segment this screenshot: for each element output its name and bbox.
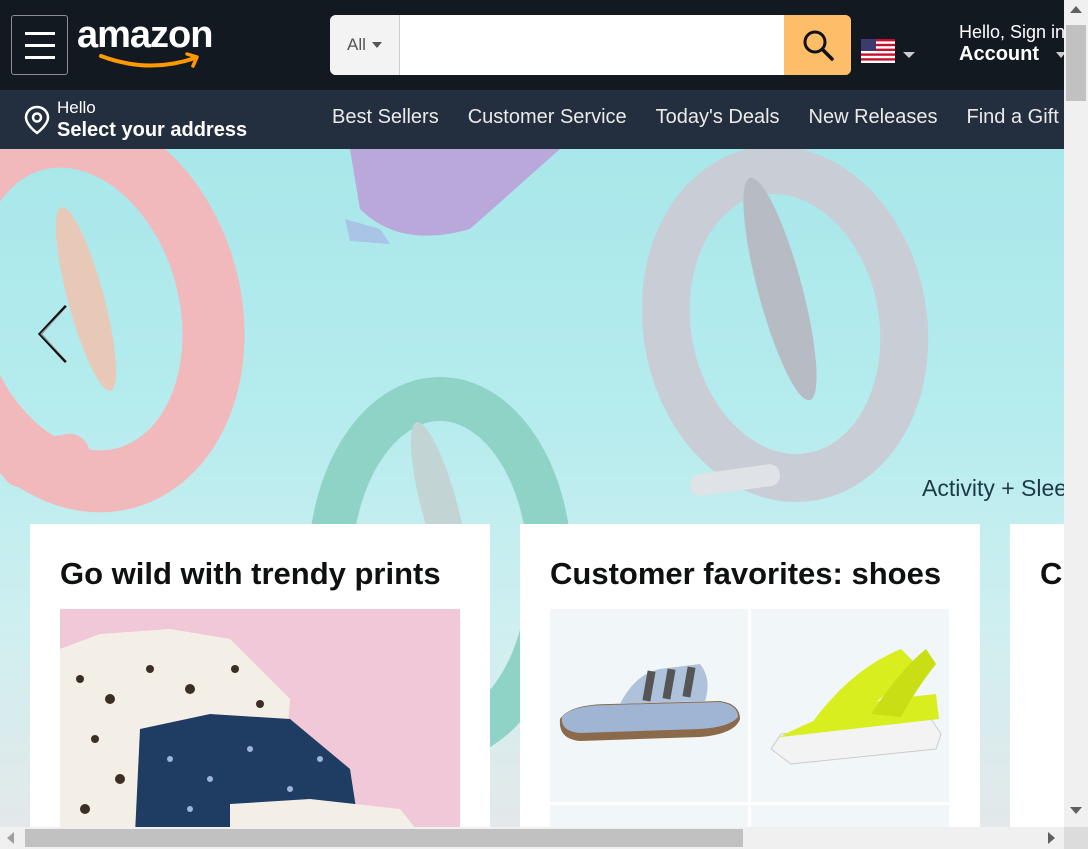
search-bar: All	[330, 15, 851, 75]
search-category-label: All	[347, 35, 366, 54]
chevron-down-icon	[371, 42, 382, 48]
search-input[interactable]	[400, 15, 784, 75]
card-title: Go wild with trendy prints	[60, 556, 441, 591]
card-title: Customer favorites: shoes	[550, 556, 942, 591]
promo-card-partial[interactable]: C	[1010, 524, 1064, 834]
scroll-up-arrow-icon[interactable]	[1070, 6, 1082, 13]
shoe-tile-sandal-blue[interactable]	[550, 609, 748, 802]
scrollbar-corner	[1064, 827, 1088, 849]
location-pin-icon	[24, 105, 50, 135]
promo-card-trendy-prints[interactable]: Go wild with trendy prints	[30, 524, 490, 834]
select-address-link[interactable]: Select your address	[57, 119, 247, 142]
search-category-select[interactable]: All	[330, 15, 400, 75]
card-title: C	[1040, 556, 1063, 591]
vertical-scrollbar[interactable]	[1064, 0, 1088, 827]
logo-text: amazon	[77, 14, 213, 56]
nav-links: Best Sellers Customer Service Today's De…	[332, 106, 1059, 129]
nav-link-customer-service[interactable]: Customer Service	[468, 106, 627, 129]
hero-tagline: Activity + Sleep	[922, 475, 1064, 501]
location-greeting[interactable]: Hello	[57, 98, 96, 118]
account-greeting[interactable]: Hello, Sign in	[959, 22, 1065, 43]
blue-sandal-image	[559, 664, 740, 741]
nav-link-todays-deals[interactable]: Today's Deals	[656, 106, 780, 129]
horizontal-scroll-thumb[interactable]	[25, 829, 743, 847]
yellow-sandal-image	[770, 649, 942, 765]
us-flag-icon[interactable]	[861, 39, 895, 63]
hamburger-line	[25, 44, 55, 47]
nav-link-new-releases[interactable]: New Releases	[809, 106, 938, 129]
hamburger-line	[25, 56, 55, 59]
carousel-prev-icon[interactable]	[36, 304, 72, 364]
search-icon	[803, 30, 834, 61]
trendy-prints-image[interactable]	[60, 609, 460, 834]
promo-card-shoes[interactable]: Customer favorites: shoes	[520, 524, 980, 845]
hamburger-line	[25, 32, 55, 35]
shirts-illustration	[60, 629, 420, 834]
smile-icon	[99, 52, 199, 68]
search-button[interactable]	[784, 15, 851, 75]
nav-link-find-a-gift[interactable]: Find a Gift	[967, 106, 1059, 129]
scroll-right-arrow-icon[interactable]	[1048, 832, 1055, 844]
shoe-tile-sandal-yellow[interactable]	[751, 609, 949, 802]
account-label[interactable]: Account	[959, 43, 1039, 66]
amazon-logo[interactable]: amazon	[77, 14, 227, 70]
sub-navbar: Hello Select your address Best Sellers C…	[0, 90, 1064, 149]
top-navbar: amazon All Hello, Sign in Account	[0, 0, 1066, 90]
nav-link-best-sellers[interactable]: Best Sellers	[332, 106, 439, 129]
scroll-left-arrow-icon[interactable]	[7, 832, 14, 844]
menu-button[interactable]	[11, 15, 68, 75]
vertical-scroll-thumb[interactable]	[1066, 25, 1086, 101]
scroll-down-arrow-icon[interactable]	[1070, 807, 1082, 814]
language-caret-icon[interactable]	[903, 52, 915, 58]
